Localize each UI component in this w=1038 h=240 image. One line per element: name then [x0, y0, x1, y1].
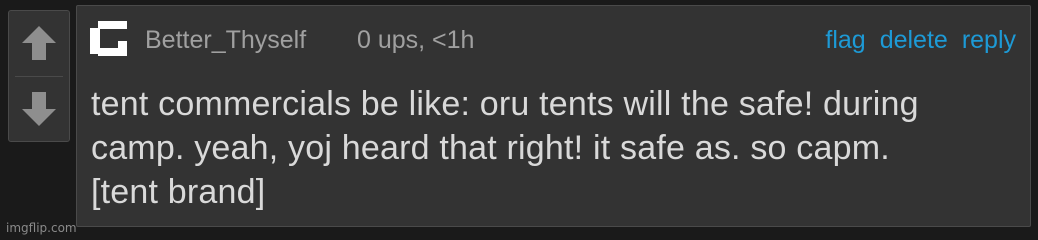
- downvote-button[interactable]: [9, 77, 69, 141]
- comment-line: [tent brand]: [91, 173, 266, 211]
- user-avatar-icon[interactable]: [85, 15, 133, 63]
- watermark: imgflip.com: [6, 221, 77, 235]
- arrow-down-icon: [22, 92, 56, 126]
- comment-line: camp. yeah, yoj heard that right! it saf…: [91, 129, 890, 167]
- comment-actions: flag delete reply: [825, 25, 1016, 55]
- arrow-up-icon: [22, 26, 56, 60]
- comment-username[interactable]: Better_Thyself: [145, 25, 306, 55]
- comment-meta: 0 ups, <1h: [357, 26, 475, 54]
- comment-card: Better_Thyself 0 ups, <1h flag delete re…: [76, 5, 1031, 227]
- upvote-button[interactable]: [9, 11, 69, 75]
- flag-link[interactable]: flag: [825, 25, 865, 55]
- comment-line: tent commercials be like: oru tents will…: [91, 85, 919, 123]
- comment-body: tent commercials be like: oru tents will…: [91, 82, 1016, 214]
- vote-panel: [8, 10, 70, 142]
- delete-link[interactable]: delete: [880, 25, 948, 55]
- reply-link[interactable]: reply: [962, 25, 1016, 55]
